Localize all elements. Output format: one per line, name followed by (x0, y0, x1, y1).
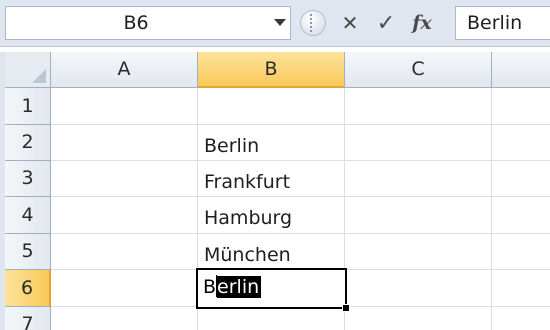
cell-c5[interactable] (345, 234, 492, 270)
cell-a1[interactable] (51, 88, 198, 125)
insert-function-icon: fx (412, 12, 432, 34)
column-header-a[interactable]: A (51, 52, 198, 88)
column-header-next[interactable] (492, 52, 550, 88)
cell-d6[interactable] (492, 270, 550, 307)
formula-input[interactable]: Berlin (455, 6, 550, 40)
chevron-down-icon[interactable] (274, 19, 286, 26)
active-cell-b6[interactable]: Berlin (196, 268, 347, 309)
insert-function-button[interactable]: fx (408, 9, 436, 37)
cell-c3[interactable] (345, 161, 492, 197)
cell-b7[interactable] (198, 307, 345, 330)
fill-handle[interactable] (342, 304, 350, 312)
spreadsheet-window: B6 ✕ ✓ fx Berlin A B C 1 2 3 4 5 6 7 Ber… (0, 0, 550, 330)
row-header-3[interactable]: 3 (5, 161, 51, 197)
grip-icon[interactable] (300, 10, 326, 36)
cell-a6[interactable] (51, 270, 198, 307)
cell-b1[interactable] (198, 88, 345, 125)
cell-b4[interactable]: Hamburg (198, 197, 345, 234)
cancel-button[interactable]: ✕ (336, 9, 364, 37)
enter-icon: ✓ (376, 10, 396, 36)
cell-a4[interactable] (51, 197, 198, 234)
row-header-4[interactable]: 4 (5, 197, 51, 234)
name-box-value: B6 (123, 12, 149, 34)
worksheet-grid: A B C 1 2 3 4 5 6 7 Berlin Frankfurt Ham… (0, 52, 550, 330)
cell-b2[interactable]: Berlin (198, 125, 345, 161)
cell-c7[interactable] (345, 307, 492, 330)
cell-d3[interactable] (492, 161, 550, 197)
cell-c4[interactable] (345, 197, 492, 234)
row-header-2[interactable]: 2 (5, 125, 51, 161)
column-header-c[interactable]: C (345, 52, 492, 88)
cell-c2[interactable] (345, 125, 492, 161)
name-box[interactable]: B6 (5, 6, 291, 40)
cell-a3[interactable] (51, 161, 198, 197)
row-header-7[interactable]: 7 (5, 307, 51, 330)
formula-input-value: Berlin (467, 12, 523, 34)
cell-edit-text[interactable]: Berlin (203, 273, 262, 301)
formula-bar: B6 ✕ ✓ fx Berlin (0, 0, 550, 47)
cell-b3[interactable]: Frankfurt (198, 161, 345, 197)
cell-d7[interactable] (492, 307, 550, 330)
cell-b5[interactable]: München (198, 234, 345, 270)
select-all-button[interactable] (5, 52, 51, 88)
enter-button[interactable]: ✓ (372, 9, 400, 37)
edit-text-selection: erlin (217, 276, 262, 298)
cancel-icon: ✕ (341, 11, 359, 35)
cell-d5[interactable] (492, 234, 550, 270)
cell-c6[interactable] (345, 270, 492, 307)
select-all-icon (32, 69, 46, 83)
cell-a7[interactable] (51, 307, 198, 330)
cell-d1[interactable] (492, 88, 550, 125)
row-header-1[interactable]: 1 (5, 88, 51, 125)
row-header-5[interactable]: 5 (5, 234, 51, 270)
edit-text-before-caret: B (203, 276, 217, 298)
cell-d4[interactable] (492, 197, 550, 234)
cell-c1[interactable] (345, 88, 492, 125)
cell-d2[interactable] (492, 125, 550, 161)
row-header-6[interactable]: 6 (5, 270, 51, 307)
cell-a5[interactable] (51, 234, 198, 270)
column-header-b[interactable]: B (198, 52, 345, 88)
formula-buttons: ✕ ✓ fx (296, 6, 451, 40)
cell-a2[interactable] (51, 125, 198, 161)
